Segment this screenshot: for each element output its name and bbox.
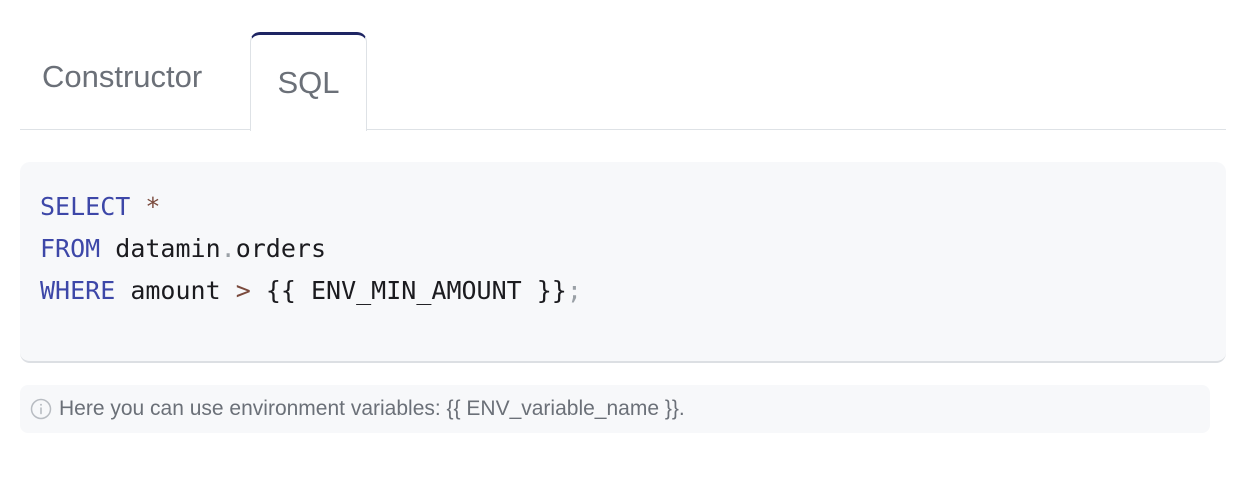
dot-separator: . bbox=[220, 234, 236, 263]
statement-terminator: ; bbox=[566, 276, 582, 305]
sql-editor[interactable]: SELECT * FROM datamin.orders WHERE amoun… bbox=[20, 162, 1226, 363]
select-star: * bbox=[145, 192, 161, 221]
sql-keyword: FROM bbox=[40, 234, 101, 263]
code-line-1: SELECT * bbox=[40, 186, 1206, 228]
column-name: amount bbox=[130, 276, 221, 305]
schema-name: datamin bbox=[115, 234, 221, 263]
query-mode-tabs: Constructor SQL bbox=[20, 32, 1226, 131]
tab-sql[interactable]: SQL bbox=[250, 32, 367, 131]
code-line-2: FROM datamin.orders bbox=[40, 228, 1206, 270]
code-line-3: WHERE amount > {{ ENV_MIN_AMOUNT }}; bbox=[40, 270, 1206, 312]
env-variable: {{ ENV_MIN_AMOUNT }} bbox=[265, 276, 567, 305]
env-variables-hint: Here you can use environment variables: … bbox=[20, 385, 1210, 433]
info-icon bbox=[30, 398, 52, 420]
sql-keyword: SELECT bbox=[40, 192, 131, 221]
comparison-operator: > bbox=[235, 276, 251, 305]
tab-constructor[interactable]: Constructor bbox=[20, 32, 234, 130]
sql-keyword: WHERE bbox=[40, 276, 116, 305]
hint-text: Here you can use environment variables: … bbox=[59, 397, 685, 420]
table-name: orders bbox=[235, 234, 327, 263]
